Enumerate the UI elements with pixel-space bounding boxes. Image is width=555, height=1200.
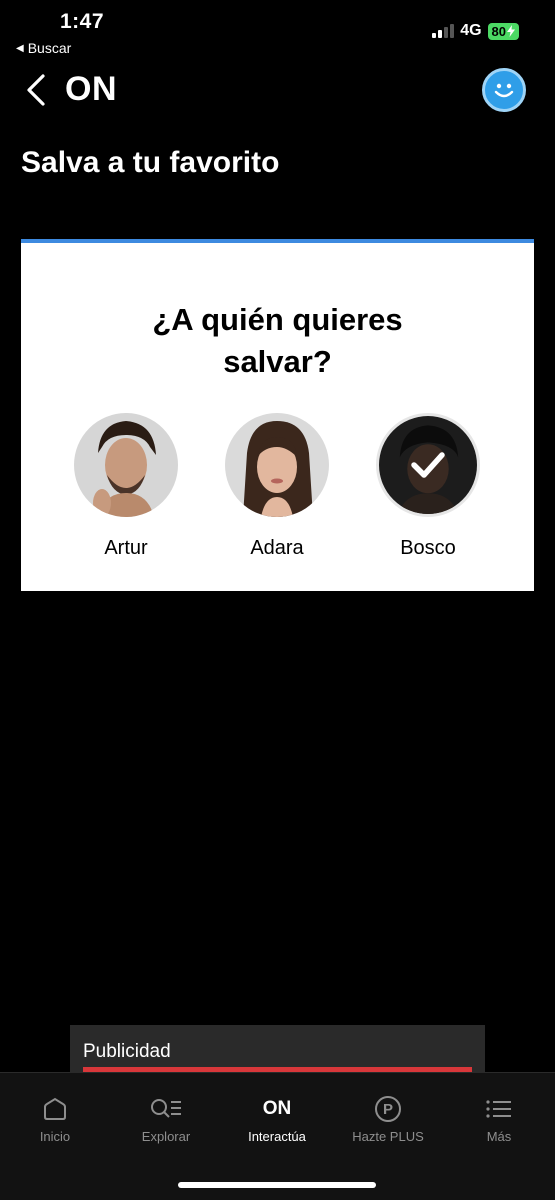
- avatar: [376, 413, 480, 517]
- avatar: [225, 413, 329, 517]
- vote-card: ¿A quién quieres salvar? Artur Adara Bos…: [21, 239, 534, 591]
- nav-interactua[interactable]: ON Interactúa: [222, 1095, 332, 1144]
- nav-mas[interactable]: Más: [444, 1095, 554, 1144]
- header-title: ON: [65, 70, 117, 108]
- bottom-nav: Inicio Explorar ON Interactúa P Hazte PL…: [0, 1072, 555, 1200]
- charging-bolt-icon: [507, 25, 515, 37]
- home-icon: [44, 1097, 66, 1120]
- profile-button[interactable]: [482, 68, 526, 112]
- page-title: Salva a tu favorito: [21, 146, 280, 179]
- battery-indicator: 80: [487, 22, 519, 40]
- on-icon: ON: [262, 1098, 292, 1119]
- explore-icon: [151, 1099, 181, 1118]
- plus-icon: P: [375, 1096, 401, 1122]
- candidate-name: Artur: [104, 537, 148, 559]
- candidate-name: Bosco: [400, 537, 456, 559]
- vote-question: ¿A quién quieres salvar?: [152, 302, 403, 379]
- status-indicators: 4G 80: [432, 22, 519, 40]
- network-type: 4G: [460, 22, 482, 39]
- candidate-name: Adara: [250, 537, 304, 559]
- status-time: 1:47: [60, 10, 105, 33]
- battery-level: 80: [491, 23, 506, 39]
- candidate-adara[interactable]: Adara: [217, 413, 337, 560]
- back-app-label: Buscar: [27, 40, 72, 56]
- nav-label: Hazte PLUS: [352, 1129, 424, 1144]
- back-to-app-link[interactable]: ◀ Buscar: [16, 40, 71, 56]
- checkmark-icon: [411, 452, 445, 478]
- back-triangle-icon: ◀: [16, 42, 24, 54]
- ad-label: Publicidad: [83, 1041, 171, 1062]
- menu-icon: [486, 1100, 511, 1118]
- back-chevron-icon[interactable]: [24, 72, 48, 108]
- smiley-icon: [494, 83, 514, 98]
- ad-banner[interactable]: Publicidad: [70, 1025, 485, 1075]
- nav-explorar[interactable]: Explorar: [111, 1095, 221, 1144]
- selected-overlay: [379, 416, 477, 514]
- nav-label: Explorar: [141, 1129, 191, 1144]
- signal-icon: [432, 24, 455, 38]
- nav-inicio[interactable]: Inicio: [0, 1095, 110, 1144]
- home-indicator[interactable]: [178, 1182, 376, 1188]
- nav-label: Inicio: [39, 1129, 71, 1144]
- plus-icon-letter: P: [382, 1100, 393, 1118]
- avatar: [74, 413, 178, 517]
- nav-label: Interactúa: [248, 1129, 306, 1144]
- candidate-bosco[interactable]: Bosco: [368, 413, 488, 560]
- nav-hazte-plus[interactable]: P Hazte PLUS: [333, 1095, 443, 1144]
- nav-label: Más: [486, 1129, 512, 1144]
- candidate-artur[interactable]: Artur: [66, 413, 186, 560]
